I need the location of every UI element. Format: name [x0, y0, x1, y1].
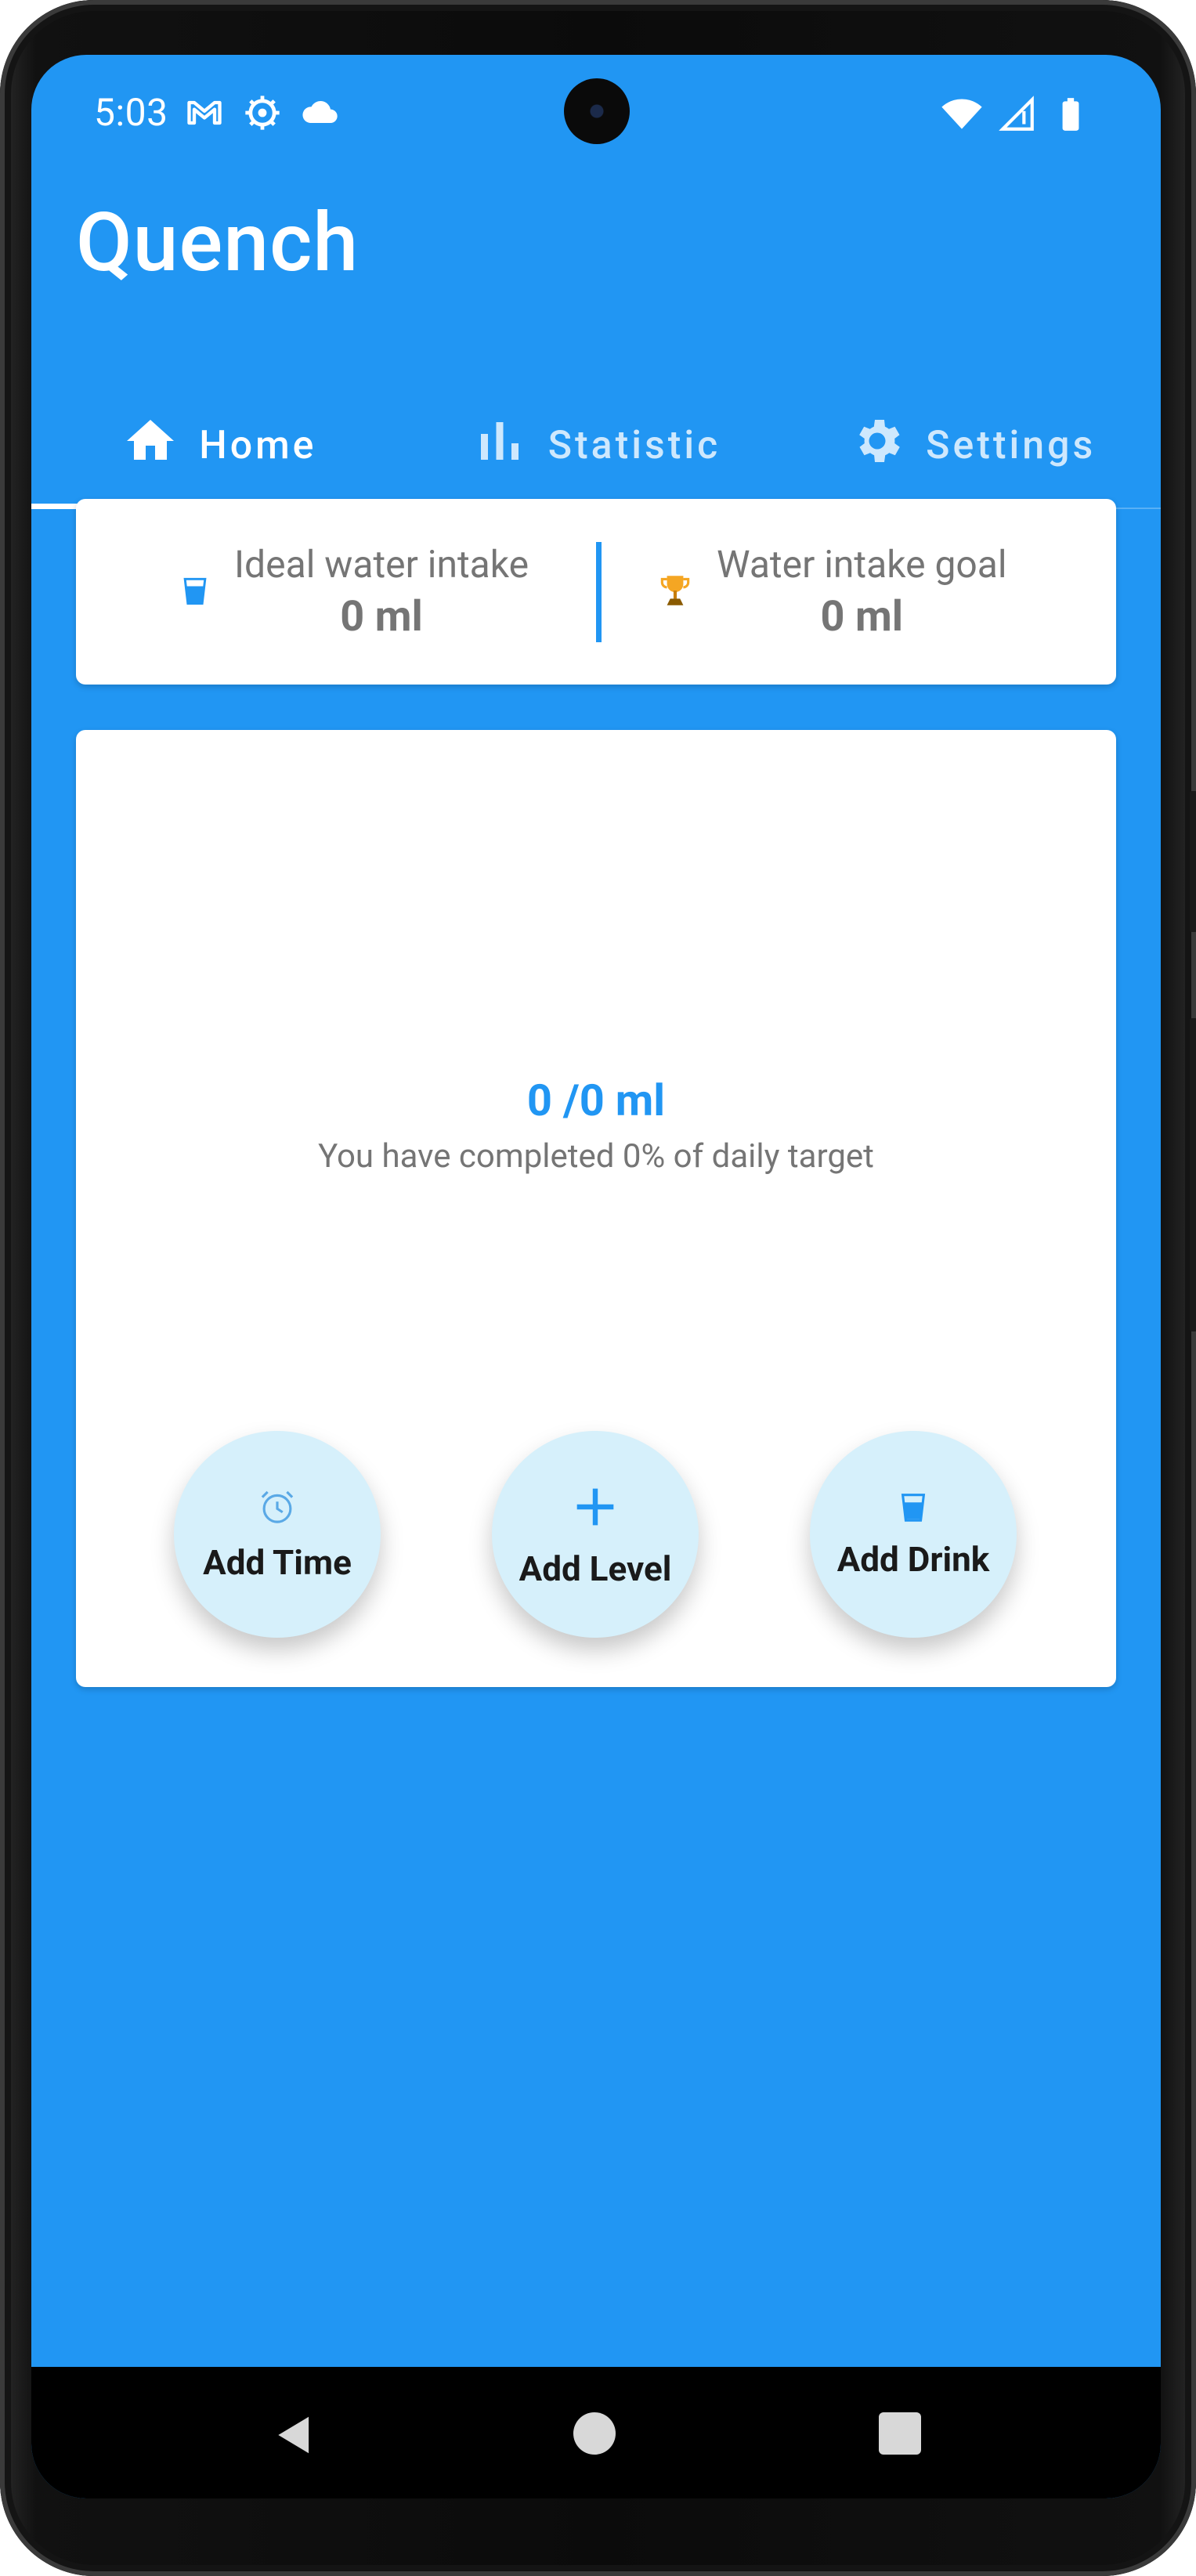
power-button — [1190, 1018, 1196, 1331]
ideal-intake: Ideal water intake 0 ml — [178, 499, 529, 685]
recents-icon[interactable] — [879, 2412, 921, 2455]
back-icon[interactable] — [270, 2411, 319, 2462]
trophy-icon — [656, 571, 695, 613]
status-icons-left — [184, 92, 341, 133]
cloud-icon — [300, 92, 341, 133]
add-level-label: Add Level — [519, 1548, 672, 1589]
ideal-intake-value: 0 ml — [340, 591, 423, 641]
goal-intake-value: 0 ml — [820, 591, 904, 641]
add-drink-label: Add Drink — [836, 1539, 990, 1580]
progress-description: You have completed 0% of daily target — [318, 1137, 874, 1176]
tab-bar: Home Statistic Settings — [31, 384, 1161, 509]
tab-settings-label: Settings — [926, 423, 1097, 468]
add-level-button[interactable]: Add Level — [492, 1431, 699, 1638]
bar-chart-icon — [472, 413, 528, 479]
tab-statistic-label: Statistic — [547, 423, 721, 468]
intake-card: Ideal water intake 0 ml Water intake goa… — [76, 499, 1116, 685]
add-time-button[interactable]: Add Time — [174, 1431, 381, 1638]
status-bar: 5:03 — [31, 55, 1161, 172]
signal-icon — [998, 95, 1037, 137]
status-time: 5:03 — [94, 90, 168, 135]
home-icon — [122, 413, 179, 479]
screen: 5:03 Quench Home Statistic Settings Idea… — [31, 55, 1161, 2498]
water-glass-icon — [895, 1489, 931, 1528]
tab-statistic[interactable]: Statistic — [408, 384, 785, 508]
device-frame: 5:03 Quench Home Statistic Settings Idea… — [0, 0, 1196, 2576]
battery-icon — [1051, 95, 1090, 137]
intake-goal: Water intake goal 0 ml — [656, 499, 1007, 685]
tab-settings[interactable]: Settings — [784, 384, 1161, 508]
ideal-intake-label: Ideal water intake — [234, 541, 529, 587]
tab-home[interactable]: Home — [31, 384, 408, 509]
water-glass-icon — [178, 573, 212, 611]
tab-home-label: Home — [199, 423, 317, 468]
home-nav-icon[interactable] — [573, 2412, 616, 2455]
wifi-icon — [940, 92, 984, 139]
front-camera — [564, 78, 630, 144]
intake-divider — [596, 542, 602, 642]
add-drink-button[interactable]: Add Drink — [810, 1431, 1017, 1638]
gmail-icon — [184, 92, 225, 133]
progress-card: 0 /0 ml You have completed 0% of daily t… — [76, 730, 1116, 1687]
add-time-label: Add Time — [203, 1542, 352, 1583]
alarm-clock-icon — [256, 1486, 298, 1531]
status-icons-right — [940, 92, 1090, 139]
app-title: Quench — [76, 196, 360, 291]
plus-icon — [568, 1479, 623, 1537]
gear-icon — [849, 413, 905, 479]
volume-button — [1190, 791, 1196, 932]
system-nav-bar — [31, 2367, 1161, 2498]
settings-sync-icon — [242, 92, 283, 133]
goal-intake-label: Water intake goal — [717, 541, 1007, 587]
progress-value: 0 /0 ml — [526, 1075, 666, 1126]
